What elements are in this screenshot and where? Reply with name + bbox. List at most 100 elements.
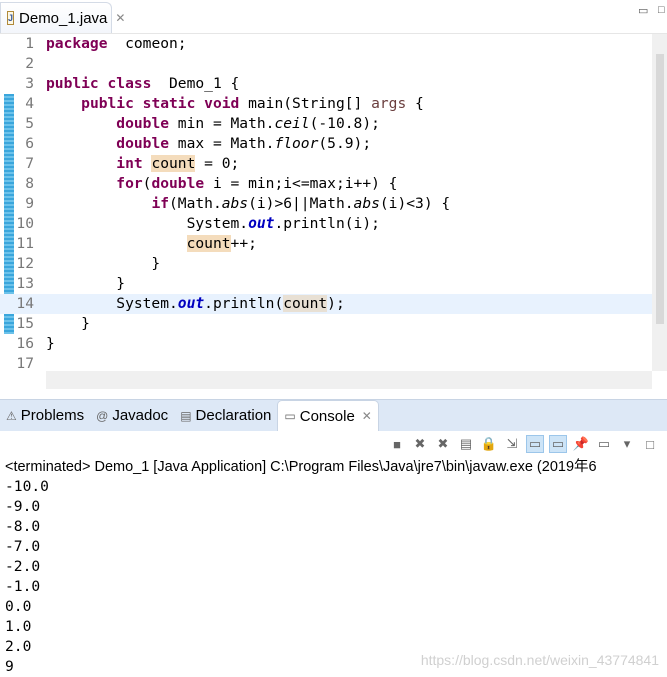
terminate-icon[interactable]: ■ bbox=[388, 435, 406, 453]
code-line[interactable]: 4 public static void main(String[] args … bbox=[0, 94, 652, 114]
console-panel: ⚠ Problems @ Javadoc ▤ Declaration ▭ Console ✕ ■… bbox=[0, 399, 667, 677]
line-number: 8 bbox=[25, 175, 34, 192]
scroll-thumb[interactable] bbox=[656, 54, 664, 324]
code-text: double min = Math.ceil(-10.8); bbox=[46, 114, 380, 134]
console-toolbar: ■ ✖ ✖ ▤ 🔒 ⇲ ▭ ▭ 📌 ▭ ▾ □ bbox=[0, 431, 667, 457]
code-line[interactable]: 3 public class Demo_1 { bbox=[0, 74, 652, 94]
code-line[interactable]: 7 int count = 0; bbox=[0, 154, 652, 174]
code-token: (i)>6||Math. bbox=[248, 195, 354, 212]
line-number: 14 bbox=[16, 295, 34, 312]
code-line[interactable]: 2 bbox=[0, 54, 652, 74]
code-line[interactable]: 9 if(Math.abs(i)>6||Math.abs(i)<3) { bbox=[0, 194, 652, 214]
vertical-scrollbar[interactable] bbox=[652, 34, 667, 371]
code-line[interactable]: 15 } bbox=[0, 314, 652, 334]
panel-tabs: ⚠ Problems @ Javadoc ▤ Declaration ▭ Console ✕ bbox=[0, 400, 667, 431]
code-line[interactable]: 14 System.out.println(count); bbox=[0, 294, 652, 314]
line-number: 16 bbox=[16, 335, 34, 352]
watermark: https://blog.csdn.net/weixin_43774841 bbox=[420, 652, 659, 668]
line-number: 12 bbox=[16, 255, 34, 272]
code-token: (-10.8); bbox=[309, 115, 380, 132]
tab-label: Javadoc bbox=[112, 407, 169, 424]
code-text: public static void main(String[] args { bbox=[46, 94, 424, 114]
tab-label: Problems bbox=[20, 407, 85, 424]
remove-launch-icon[interactable]: ✖ bbox=[411, 435, 429, 453]
code-line[interactable]: 16} bbox=[0, 334, 652, 354]
line-number: 17 bbox=[16, 355, 34, 372]
code-token: count bbox=[186, 235, 231, 252]
code-token: .println(i); bbox=[274, 215, 380, 232]
code-line[interactable]: 13 } bbox=[0, 274, 652, 294]
code-token: double bbox=[116, 115, 170, 132]
line-number: 9 bbox=[25, 195, 34, 212]
code-token: out bbox=[177, 295, 205, 312]
line-number: 15 bbox=[16, 315, 34, 332]
line-number: 6 bbox=[25, 135, 34, 152]
code-text: public class Demo_1 { bbox=[46, 74, 239, 94]
clear-console-icon[interactable]: ▤ bbox=[457, 435, 475, 453]
code-token: (Math. bbox=[169, 195, 222, 212]
code-line[interactable]: 1 package comeon; bbox=[0, 34, 652, 54]
tab-console[interactable]: ▭ Console ✕ bbox=[277, 400, 379, 431]
code-token: double bbox=[151, 175, 205, 192]
close-icon[interactable]: ✕ bbox=[115, 11, 125, 25]
scroll-lock-icon[interactable]: 🔒 bbox=[480, 435, 498, 453]
code-line[interactable]: 12 } bbox=[0, 254, 652, 274]
maximize-button[interactable]: □ bbox=[658, 4, 665, 16]
code-text: if(Math.abs(i)>6||Math.abs(i)<3) { bbox=[46, 194, 450, 214]
output-line: -7.0 bbox=[5, 538, 41, 555]
code-text: package comeon; bbox=[46, 34, 187, 54]
show-on-stderr-icon[interactable]: ▭ bbox=[549, 435, 567, 453]
code-text: System.out.println(i); bbox=[46, 214, 380, 234]
line-number: 1 bbox=[25, 35, 34, 52]
remove-all-icon[interactable]: ✖ bbox=[434, 435, 452, 453]
tab-declaration[interactable]: ▤ Declaration bbox=[174, 400, 277, 431]
horizontal-scrollbar[interactable] bbox=[46, 371, 652, 389]
code-token: for bbox=[116, 175, 143, 192]
minimize-button[interactable]: ▭ bbox=[638, 4, 648, 17]
show-on-stdout-icon[interactable]: ▭ bbox=[526, 435, 544, 453]
tab-problems[interactable]: ⚠ Problems bbox=[0, 400, 90, 431]
console-output[interactable]: -10.0 -9.0 -8.0 -7.0 -2.0 -1.0 0.0 1.0 2.0 9 bbox=[0, 477, 667, 677]
code-token: args bbox=[371, 95, 407, 112]
code-token: (i)<3) { bbox=[379, 195, 451, 212]
close-icon[interactable]: ✕ bbox=[362, 409, 372, 423]
display-console-icon[interactable]: ▭ bbox=[595, 435, 613, 453]
dropdown-icon[interactable]: ▾ bbox=[618, 435, 636, 453]
code-token: System. bbox=[46, 215, 249, 232]
code-token: count bbox=[283, 295, 328, 312]
code-text: double max = Math.floor(5.9); bbox=[46, 134, 371, 154]
pin-console-icon[interactable]: 📌 bbox=[572, 435, 590, 453]
problems-icon: ⚠ bbox=[6, 408, 17, 423]
code-token: main(String[] bbox=[239, 95, 372, 112]
line-number: 4 bbox=[25, 95, 34, 112]
output-line: -9.0 bbox=[5, 498, 41, 515]
new-console-icon[interactable]: □ bbox=[641, 435, 659, 453]
editor-tab-demo1[interactable]: J Demo_1.java ✕ bbox=[0, 2, 125, 33]
at-icon: @ bbox=[96, 408, 109, 423]
code-token: { bbox=[406, 95, 424, 112]
line-number: 11 bbox=[16, 235, 34, 252]
code-line[interactable]: 8 for(double i = min;i<=max;i++) { bbox=[0, 174, 652, 194]
line-number: 10 bbox=[16, 215, 34, 232]
java-file-icon: J bbox=[7, 11, 15, 25]
tab-javadoc[interactable]: @ Javadoc bbox=[90, 400, 174, 431]
code-text: } bbox=[46, 334, 55, 354]
code-token: public class bbox=[46, 75, 152, 92]
code-token: if bbox=[151, 195, 170, 212]
word-wrap-icon[interactable]: ⇲ bbox=[503, 435, 521, 453]
code-token: i = min;i<=max;i++) { bbox=[204, 175, 398, 192]
code-token: } bbox=[46, 255, 161, 272]
code-token: min = Math. bbox=[169, 115, 275, 132]
code-line[interactable]: 10 System.out.println(i); bbox=[0, 214, 652, 234]
code-line[interactable]: 5 double min = Math.ceil(-10.8); bbox=[0, 114, 652, 134]
code-text: int count = 0; bbox=[46, 154, 239, 174]
code-token: floor bbox=[274, 135, 319, 152]
code-line[interactable]: 11 count++; bbox=[0, 234, 652, 254]
code-text: } bbox=[46, 314, 90, 334]
code-line[interactable]: 6 double max = Math.floor(5.9); bbox=[0, 134, 652, 154]
code-editor[interactable]: 1 package comeon; 2 3 public class Demo_1 {4… bbox=[0, 33, 667, 390]
